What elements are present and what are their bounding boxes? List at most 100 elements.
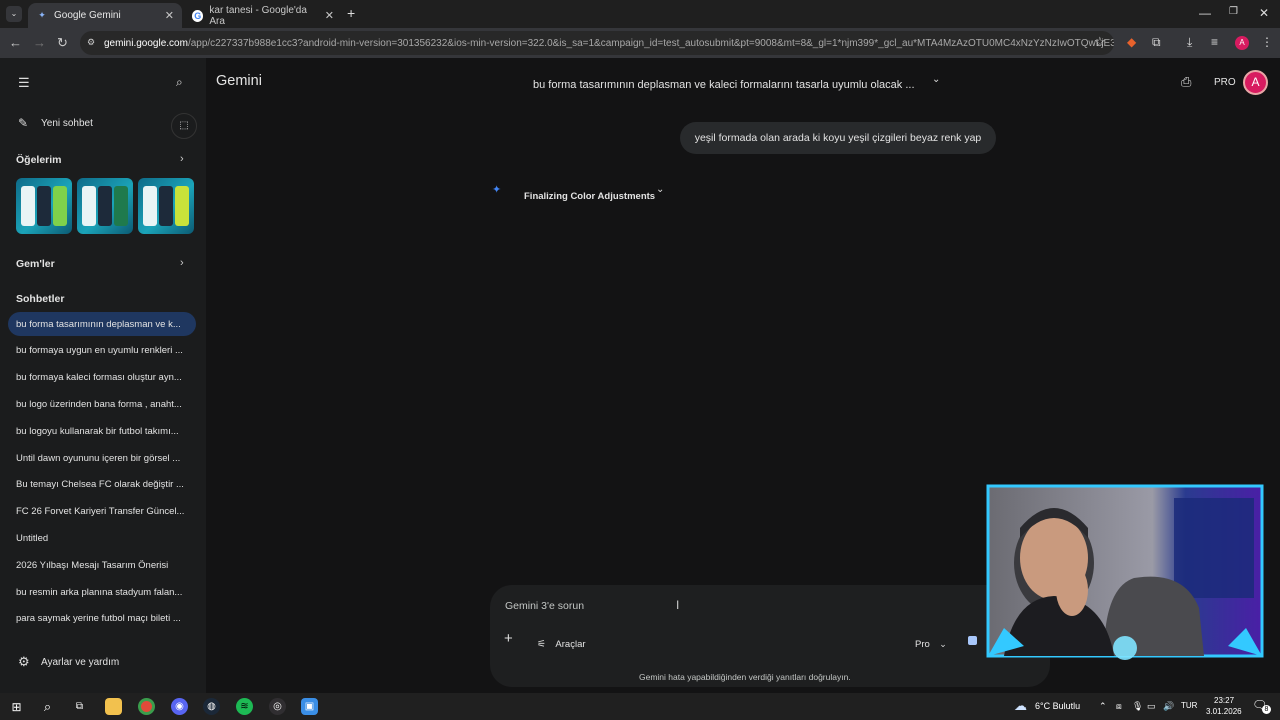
browser-menu-icon[interactable]: ⋮: [1261, 35, 1273, 49]
spotify-icon[interactable]: ≋: [236, 698, 253, 715]
search-icon[interactable]: ⌕: [39, 698, 56, 715]
volume-icon[interactable]: 🔊: [1163, 701, 1174, 712]
chat-history-item[interactable]: bu logo üzerinden bana forma , anaht...: [8, 392, 196, 416]
notification-count: 8: [1262, 705, 1271, 714]
item-thumbnail[interactable]: [16, 178, 72, 234]
obs-icon[interactable]: ◎: [269, 698, 286, 715]
prompt-input[interactable]: Gemini 3'e sorun: [505, 600, 584, 612]
language-indicator[interactable]: TUR: [1181, 701, 1197, 710]
model-picker[interactable]: Pro ⌄: [915, 634, 947, 650]
add-attachment-button[interactable]: +: [504, 630, 513, 647]
tools-label: Araçlar: [555, 639, 586, 650]
chat-history-item[interactable]: 2026 Yılbaşı Mesajı Tasarım Önerisi: [8, 553, 196, 577]
settings-button[interactable]: ⚙ Ayarlar ve yardım: [18, 654, 168, 671]
disclaimer: Gemini hata yapabildiğinden verdiği yanı…: [639, 672, 851, 682]
chat-history-item[interactable]: bu formaya uygun en uyumlu renkleri ...: [8, 339, 196, 363]
clock-time[interactable]: 23:27: [1214, 696, 1234, 705]
chat-history-item[interactable]: bu logoyu kullanarak bir futbol takımı..…: [8, 419, 196, 443]
pro-badge[interactable]: PRO: [1214, 77, 1236, 88]
chat-history-label: bu forma tasarımının deplasman ve k...: [16, 318, 181, 330]
chat-history-label: bu logoyu kullanarak bir futbol takımı..…: [16, 425, 179, 437]
thinking-status-toggle[interactable]: Finalizing Color Adjustments ⌄: [524, 184, 684, 202]
steam-icon[interactable]: ◍: [203, 698, 220, 715]
chat-history-label: bu formaya kaleci forması oluştur ayn...: [16, 372, 182, 384]
account-avatar[interactable]: A: [1243, 70, 1268, 95]
menu-icon[interactable]: ☰: [18, 75, 30, 91]
conversation-title-button[interactable]: bu forma tasarımının deplasman ve kaleci…: [533, 74, 953, 91]
tray-chevron-icon[interactable]: ⌃: [1099, 701, 1107, 712]
url-host: gemini.google.com: [104, 37, 188, 49]
gemini-sparkle-icon: ✦: [38, 10, 46, 20]
tab-google-gemini[interactable]: ✦ Google Gemini ✕: [28, 3, 182, 28]
restore-icon[interactable]: ❐: [1229, 6, 1238, 17]
chevron-down-icon: ⌄: [939, 639, 947, 649]
chevron-right-icon[interactable]: ›: [180, 153, 184, 165]
chat-history-label: 2026 Yılbaşı Mesajı Tasarım Önerisi: [16, 559, 169, 571]
chat-history-item[interactable]: para saymak yerine futbol maçı bileti ..…: [8, 607, 196, 631]
my-items-heading[interactable]: Öğelerim: [16, 154, 62, 166]
chat-history-label: bu formaya uygun en uyumlu renkleri ...: [16, 345, 183, 357]
gear-icon: ⚙: [18, 654, 30, 669]
tab-google-search[interactable]: G kar tanesi - Google'da Ara ✕: [184, 3, 342, 28]
app-icon[interactable]: ▣: [301, 698, 318, 715]
model-label: Pro: [915, 639, 930, 650]
extensions-puzzle-icon[interactable]: ⧉: [1152, 35, 1161, 50]
new-chat-button[interactable]: ✎ Yeni sohbet: [18, 116, 168, 132]
clock-date[interactable]: 3.01.2026: [1206, 707, 1242, 716]
reading-list-icon[interactable]: ≡: [1211, 35, 1218, 49]
chevron-down-icon: ⌄: [656, 184, 665, 195]
tools-button[interactable]: ⚟ Araçlar: [537, 634, 586, 650]
item-thumbnail[interactable]: [138, 178, 194, 234]
tab-search-button[interactable]: ⌄: [6, 6, 22, 22]
conversation-title: bu forma tasarımının deplasman ve kaleci…: [533, 79, 915, 91]
profile-avatar[interactable]: A: [1235, 36, 1249, 50]
extension-fox-icon[interactable]: ◆: [1127, 35, 1136, 49]
chat-history-item[interactable]: FC 26 Forvet Kariyeri Transfer Güncel...: [8, 500, 196, 524]
bookmark-star-icon[interactable]: ☆: [1094, 34, 1106, 50]
settings-label: Ayarlar ve yardım: [41, 657, 120, 668]
address-bar[interactable]: ⚙ gemini.google.com/app/c227337b988e1cc3…: [80, 31, 1114, 55]
microphone-icon[interactable]: 🎙: [1132, 701, 1143, 712]
download-icon[interactable]: ⤓: [1187, 35, 1192, 50]
sidebar: ☰ ⌕ ✎ Yeni sohbet ⬚ Öğelerim › Gem'ler ›…: [0, 58, 206, 693]
close-tab-icon[interactable]: ✕: [325, 9, 334, 22]
search-icon[interactable]: ⌕: [176, 75, 183, 90]
network-icon[interactable]: ⧈: [1116, 701, 1122, 712]
close-tab-icon[interactable]: ✕: [165, 9, 174, 22]
chat-history-item[interactable]: Untitled: [8, 526, 196, 550]
chevron-right-icon[interactable]: ›: [180, 257, 184, 269]
monitor-icon[interactable]: ▭: [1147, 701, 1156, 712]
chat-history-item[interactable]: bu forma tasarımının deplasman ve k...: [8, 312, 196, 336]
chat-history-label: Untitled: [16, 532, 49, 544]
chat-history-item[interactable]: bu resmin arka planına stadyum falan...: [8, 580, 196, 604]
windows-start-icon[interactable]: ⊞: [8, 698, 25, 715]
reload-icon[interactable]: ↻: [57, 35, 68, 51]
new-tab-button[interactable]: +: [347, 5, 355, 21]
chat-history-item[interactable]: Bu temayı Chelsea FC olarak değiştir ...: [8, 473, 196, 497]
stop-generation-button[interactable]: [968, 636, 977, 645]
item-thumbnail[interactable]: [77, 178, 133, 234]
site-info-icon[interactable]: ⚙: [87, 37, 95, 48]
app-title: Gemini: [216, 73, 262, 89]
minimize-icon[interactable]: —: [1199, 6, 1211, 20]
file-explorer-icon[interactable]: [105, 698, 122, 715]
chat-history-label: para saymak yerine futbol maçı bileti ..…: [16, 613, 181, 625]
gems-heading[interactable]: Gem'ler: [16, 258, 55, 270]
edit-pencil-icon: ✎: [18, 116, 29, 130]
discord-icon[interactable]: ◉: [171, 698, 188, 715]
tools-sliders-icon: ⚟: [537, 639, 546, 650]
temporary-chat-button[interactable]: ⬚: [171, 113, 197, 139]
google-icon: G: [192, 9, 204, 22]
chat-history-item[interactable]: Until dawn oyununu içeren bir görsel ...: [8, 446, 196, 470]
chrome-icon[interactable]: [138, 698, 155, 715]
new-chat-label: Yeni sohbet: [41, 118, 93, 129]
chat-history-item[interactable]: bu formaya kaleci forması oluştur ayn...: [8, 366, 196, 390]
task-view-icon[interactable]: ⧉: [71, 698, 88, 715]
forward-icon[interactable]: →: [33, 35, 46, 50]
url-path: /app/c227337b988e1cc3?android-min-versio…: [187, 37, 1114, 49]
user-message: yeşil formada olan arada ki koyu yeşil ç…: [680, 122, 996, 154]
weather-text[interactable]: 6°C Bulutlu: [1035, 701, 1080, 711]
share-printer-icon[interactable]: ⎙: [1181, 74, 1191, 90]
back-icon[interactable]: ←: [9, 35, 22, 50]
close-window-icon[interactable]: ✕: [1259, 6, 1269, 20]
